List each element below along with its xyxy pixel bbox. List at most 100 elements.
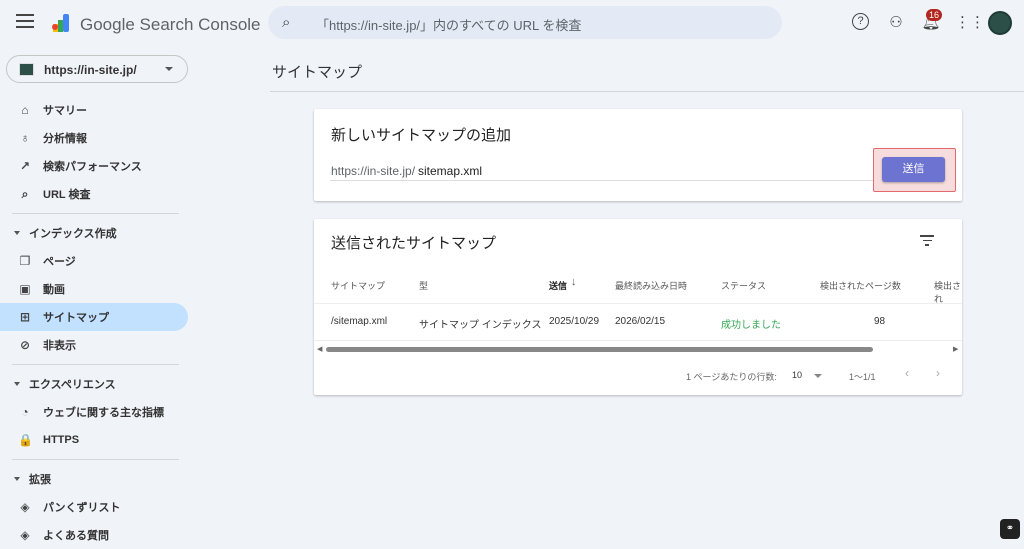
sidebar-item-icon: ◔ (21, 405, 29, 419)
sidebar-item-label: 動画 (43, 284, 65, 296)
column-header[interactable]: 最終読み込み日時 (615, 279, 687, 292)
horizontal-scrollbar[interactable] (326, 347, 873, 352)
add-sitemap-card: 新しいサイトマップの追加 https://in-site.jp/ sitemap… (314, 109, 962, 201)
sidebar-item-icon: ♁ (20, 131, 30, 145)
site-favicon-icon (19, 63, 34, 76)
sidebar-item-label: 非表示 (43, 340, 76, 352)
avatar[interactable] (988, 11, 1012, 35)
sidebar-item-icon: 🔒 (18, 433, 33, 447)
table-cell: 成功しました (721, 320, 781, 331)
page-range: 1〜1/1 (849, 372, 876, 382)
sidebar-item-label: HTTPS (43, 434, 80, 446)
filter-icon[interactable] (920, 235, 934, 249)
sidebar-item-label: よくある質問 (43, 530, 109, 542)
submitted-sitemaps-card: 送信されたサイトマップ ◀ ▶ 1 ページあたりの行数: 10 1〜1/1 ‹ … (314, 219, 962, 395)
table-cell: 2026/02/15 (615, 316, 666, 327)
rows-per-page-select[interactable]: 10 (792, 370, 802, 380)
table-cell: サイトマップ インデックス (419, 320, 542, 331)
url-inspect-search[interactable]: ⌕ 「https://in-site.jp/」内のすべての URL を検査 (268, 6, 782, 39)
notification-count: 16 (926, 9, 943, 21)
column-header[interactable]: サイトマップ (331, 279, 385, 292)
sidebar-section-header[interactable]: エクスペリエンス (0, 370, 188, 398)
sidebar-item-label: サイトマップ (43, 312, 109, 324)
column-header[interactable]: 型 (419, 279, 428, 292)
table-cell: 98 (874, 316, 886, 327)
sidebar-item-icon: ⊘ (19, 338, 31, 352)
sidebar-item[interactable]: ◈ よくある質問 (0, 521, 188, 549)
sidebar-item-label: パンくずリスト (43, 502, 121, 514)
dropdown-arrow-icon[interactable] (814, 374, 822, 378)
app-title: Google Search Console (80, 15, 261, 34)
menu-icon[interactable] (16, 14, 34, 28)
sidebar-item[interactable]: 🔒 HTTPS (0, 426, 188, 454)
sidebar-item-icon: ⊞ (19, 310, 31, 324)
row-divider (314, 303, 962, 304)
scroll-left-icon[interactable]: ◀ (317, 345, 322, 353)
property-selector[interactable]: https://in-site.jp/ (6, 55, 188, 83)
column-header[interactable]: ステータス (721, 279, 766, 292)
sidebar-item-icon: ▣ (19, 282, 31, 296)
submit-button[interactable]: 送信 (882, 157, 945, 182)
divider (12, 459, 179, 460)
sidebar-item-label: サマリー (43, 105, 87, 117)
table-cell: 2025/10/29 (549, 316, 600, 327)
sidebar-item-icon: ❐ (19, 254, 31, 268)
sidebar-section-header[interactable]: 拡張 (0, 465, 188, 493)
section-label: エクスペリエンス (29, 379, 116, 391)
search-icon: ⌕ (282, 14, 291, 31)
sort-arrow-icon[interactable]: ↓ (571, 276, 577, 288)
dropdown-arrow-icon (165, 67, 173, 71)
sidebar-item-label: 分析情報 (43, 133, 87, 145)
sidebar-item-label: URL 検査 (43, 189, 91, 201)
sidebar-item-icon: ⌂ (21, 103, 29, 117)
prev-page-icon[interactable]: ‹ (905, 366, 909, 380)
sidebar-item-label: ウェブに関する主な指標 (43, 407, 164, 419)
section-label: インデックス作成 (29, 228, 117, 240)
sidebar-item[interactable]: ▣ 動画 (0, 275, 188, 303)
sidebar-item[interactable]: ⊞ サイトマップ (0, 303, 188, 331)
sidebar-nav: ⌂ サマリー ♁ 分析情報 ↗ 検索パフォーマンス ⌕ URL 検査インデックス作成 ❐ ページ ▣… (0, 96, 188, 549)
sidebar-item-label: 検索パフォーマンス (43, 161, 142, 173)
sidebar-item-icon: ↗ (19, 159, 31, 173)
collapse-arrow-icon (14, 231, 20, 235)
sidebar-item[interactable]: ⌂ サマリー (0, 96, 188, 124)
sitemap-url-input[interactable]: sitemap.xml (418, 164, 482, 178)
collapse-arrow-icon (14, 382, 20, 386)
sidebar-item[interactable]: ↗ 検索パフォーマンス (0, 152, 188, 180)
column-header[interactable]: 送信 (549, 279, 567, 292)
scroll-right-icon[interactable]: ▶ (953, 345, 958, 353)
column-header[interactable]: 検出されたページ数 (820, 279, 901, 292)
rows-per-page-label: 1 ページあたりの行数: (686, 372, 777, 382)
table-cell[interactable]: /sitemap.xml (331, 316, 387, 327)
help-icon[interactable]: ? (852, 13, 869, 30)
sidebar-item-icon: ◈ (20, 528, 30, 542)
search-console-logo-icon (52, 14, 69, 32)
next-page-icon[interactable]: › (936, 366, 940, 380)
apps-grid-icon[interactable]: ⋮⋮⋮ (955, 13, 1000, 33)
sidebar-item[interactable]: ❐ ページ (0, 247, 188, 275)
sidebar-item-icon: ◈ (20, 500, 30, 514)
add-sitemap-title: 新しいサイトマップの追加 (331, 127, 512, 144)
divider (270, 91, 1024, 92)
row-divider (314, 340, 962, 341)
divider (12, 213, 179, 214)
collapse-arrow-icon (14, 477, 20, 481)
sidebar-item-label: ページ (43, 256, 76, 268)
sidebar-item[interactable]: ◈ パンくずリスト (0, 493, 188, 521)
sidebar-section-header[interactable]: インデックス作成 (0, 219, 188, 247)
search-placeholder: 「https://in-site.jp/」内のすべての URL を検査 (316, 18, 582, 33)
user-settings-icon[interactable]: ⚇ (886, 13, 906, 33)
sidebar-item[interactable]: ⊘ 非表示 (0, 331, 188, 359)
sidebar-item[interactable]: ◔ ウェブに関する主な指標 (0, 398, 188, 426)
divider (12, 364, 179, 365)
extension-icon[interactable]: ⚭ (1000, 519, 1020, 539)
page-title: サイトマップ (272, 64, 363, 81)
input-underline (330, 180, 890, 181)
section-label: 拡張 (29, 474, 51, 486)
sidebar-item-icon: ⌕ (21, 186, 29, 201)
sidebar-item[interactable]: ⌕ URL 検査 (0, 180, 188, 208)
property-url: https://in-site.jp/ (44, 63, 137, 77)
sitemap-url-prefix: https://in-site.jp/ (331, 164, 416, 178)
column-header[interactable]: 検出され (934, 279, 962, 305)
sidebar-item[interactable]: ♁ 分析情報 (0, 124, 188, 152)
